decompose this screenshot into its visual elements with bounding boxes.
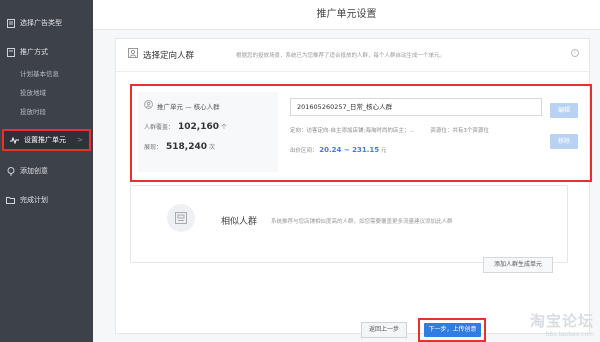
bid-range-info: 出价区间： 20.24 ~ 231.15 元 bbox=[290, 146, 386, 154]
add-crowd-unit-button[interactable]: 添加人群生成单元 bbox=[483, 257, 553, 273]
sidebar-item-label: 完成计划 bbox=[20, 196, 48, 204]
sidebar-item-ad-type[interactable]: 选择广告类型 bbox=[0, 16, 93, 30]
sidebar-subitem-region[interactable]: 投放地域 bbox=[20, 87, 46, 97]
unit-name-input[interactable]: 201605260257_日常_核心人群 bbox=[290, 98, 542, 116]
chevron-right-icon: > bbox=[77, 136, 83, 144]
similar-crowd-description: 系统推荐与您店铺相似度高的人群，如您需要覆盖更多流量建议添加此人群 bbox=[271, 219, 453, 225]
unit-name-label: 推广单元 — 核心人群 bbox=[157, 102, 220, 111]
promotion-unit-row: 推广单元 — 核心人群 人群覆盖： 102,160 个 展现： 518,240 次 … bbox=[130, 84, 592, 182]
sidebar-item-complete-plan[interactable]: 完成计划 bbox=[0, 193, 93, 207]
sidebar-item-add-creative[interactable]: 添加创意 bbox=[0, 164, 93, 178]
sidebar-subitem-basic-info[interactable]: 计划基本信息 bbox=[20, 68, 59, 78]
sidebar-item-label: 添加创意 bbox=[20, 167, 48, 175]
pulse-icon bbox=[10, 136, 19, 145]
watermark-url: bbs.taobao.com bbox=[545, 331, 594, 338]
similar-crowd-icon bbox=[167, 204, 195, 232]
exposure-value: 518,240 bbox=[166, 142, 208, 152]
sidebar: 选择广告类型 推广方式 计划基本信息 投放地域 投放时段 设置推广单元 > 添加… bbox=[0, 0, 93, 342]
targeting-info: 定向：访客定向-自主添加店铺;海淘时尚的店主；... 资源位：共有3个资源位 bbox=[290, 126, 489, 134]
coverage-label: 人群覆盖： bbox=[144, 124, 175, 131]
back-button[interactable]: 返回上一步 bbox=[361, 322, 407, 338]
next-upload-creative-button[interactable]: 下一步，上传创意 bbox=[424, 323, 481, 337]
next-button-highlight: 下一步，上传创意 bbox=[418, 318, 486, 342]
main-area: 推广单元设置 选择定向人群 根据您的投放场景，系统已为您推荐了适合投放的人群，每… bbox=[93, 0, 600, 342]
exposure-unit: 次 bbox=[208, 144, 215, 151]
sidebar-item-label: 推广方式 bbox=[20, 48, 48, 56]
sidebar-item-unit-settings[interactable]: 设置推广单元 > bbox=[2, 129, 91, 151]
section-description: 根据您的投放场景，系统已为您推荐了适合投放的人群，每个人群自动生成一个单元。 bbox=[236, 53, 446, 59]
sidebar-item-promotion-method[interactable]: 推广方式 bbox=[0, 45, 93, 59]
exposure-label: 展现： bbox=[144, 144, 163, 151]
crowd-icon bbox=[128, 48, 138, 61]
document-icon bbox=[6, 47, 15, 57]
info-icon[interactable]: i bbox=[571, 49, 579, 57]
watermark-title: 淘宝论坛 bbox=[529, 312, 594, 330]
folder-icon bbox=[6, 196, 15, 205]
unit-summary: 推广单元 — 核心人群 人群覆盖： 102,160 个 展现： 518,240 次 bbox=[138, 92, 278, 172]
top-bar: 推广单元设置 bbox=[93, 0, 600, 30]
sidebar-item-label: 选择广告类型 bbox=[20, 19, 62, 27]
section-title: 选择定向人群 bbox=[128, 48, 194, 61]
similar-crowd-panel: 相似人群 系统推荐与您店铺相似度高的人群，如您需要覆盖更多流量建议添加此人群 bbox=[130, 185, 568, 263]
exposure-stat: 展现： 518,240 次 bbox=[144, 142, 215, 152]
sidebar-subitem-schedule[interactable]: 投放时段 bbox=[20, 106, 46, 116]
targeting-text: 定向：访客定向-自主添加店铺;海淘时尚的店主；... bbox=[290, 128, 415, 134]
coverage-stat: 人群覆盖： 102,160 个 bbox=[144, 122, 227, 132]
unit-settings-card: 选择定向人群 根据您的投放场景，系统已为您推荐了适合投放的人群，每个人群自动生成… bbox=[115, 38, 592, 334]
page-title: 推广单元设置 bbox=[316, 9, 377, 20]
similar-crowd-title: 相似人群 bbox=[221, 217, 258, 227]
remove-button[interactable]: 移除 bbox=[550, 134, 578, 149]
bid-unit: 元 bbox=[380, 148, 387, 154]
crowd-icon bbox=[144, 100, 153, 111]
coverage-value: 102,160 bbox=[178, 122, 220, 132]
unit-name: 推广单元 — 核心人群 bbox=[144, 100, 220, 111]
edit-button[interactable]: 编辑 bbox=[550, 103, 578, 118]
resource-text: 资源位：共有3个资源位 bbox=[430, 128, 489, 134]
lightbulb-icon bbox=[6, 166, 15, 176]
section-title-label: 选择定向人群 bbox=[143, 50, 195, 61]
bid-range-value: 20.24 ~ 231.15 bbox=[319, 146, 380, 154]
divider bbox=[116, 71, 591, 72]
bid-label: 出价区间： bbox=[290, 148, 318, 154]
watermark: 淘宝论坛 bbs.taobao.com bbox=[530, 310, 594, 338]
sidebar-item-label: 设置推广单元 bbox=[24, 136, 66, 144]
coverage-unit: 个 bbox=[220, 124, 227, 131]
document-icon bbox=[6, 18, 15, 28]
